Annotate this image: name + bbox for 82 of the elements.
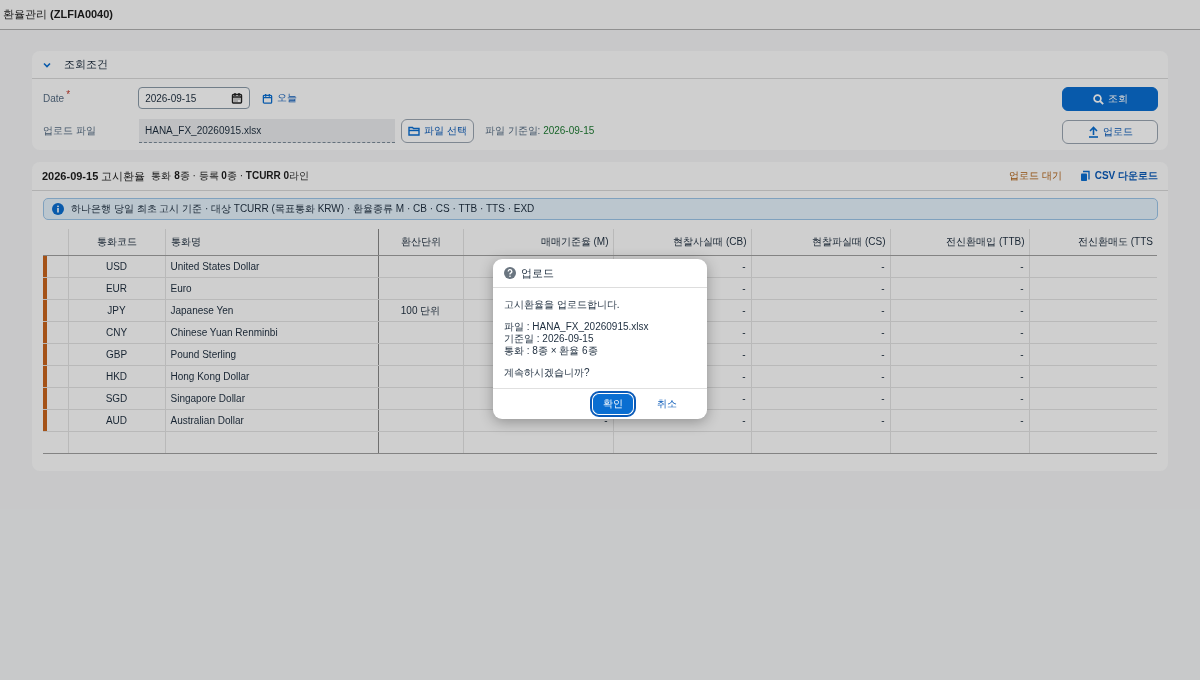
calendar-icon <box>262 92 274 104</box>
table-cell: United States Dollar <box>170 261 260 272</box>
table-cell: EUR <box>105 283 128 294</box>
table-cell: HKD <box>105 371 128 382</box>
dialog-text: 고시환율을 업로드합니다. <box>504 299 621 311</box>
table-cell: - <box>742 349 746 360</box>
table-cell: - <box>881 393 885 404</box>
column-header[interactable]: 통화명 <box>165 229 378 256</box>
table-cell: Japanese Yen <box>170 305 234 316</box>
help-icon <box>504 267 516 279</box>
folder-icon <box>408 126 420 136</box>
table-cell: - <box>604 415 608 426</box>
column-header[interactable]: 현찰파실때 (CS) <box>751 229 890 256</box>
table-cell: 100 단위 <box>400 304 441 316</box>
dialog-text: 계속하시겠습니까? <box>504 367 591 379</box>
table-cell: Pound Sterling <box>170 349 237 360</box>
table-cell: - <box>742 415 746 426</box>
table-cell: Singapore Dollar <box>170 393 245 404</box>
dialog-text: 통화 : 8종 × 환율 6종 <box>504 345 599 357</box>
column-header[interactable]: 전신환매도 (TTS <box>1029 229 1157 256</box>
upload-status: 업로드 대기 <box>1008 169 1062 183</box>
table-cell: - <box>1020 305 1024 316</box>
search-icon <box>1092 93 1104 105</box>
table-cell: - <box>1020 349 1024 360</box>
table-cell: - <box>881 327 885 338</box>
column-header[interactable]: 통화코드 <box>68 229 165 256</box>
table-cell: GBP <box>105 349 128 360</box>
table-cell: Australian Dollar <box>170 415 244 426</box>
table-cell: - <box>1020 327 1024 338</box>
dialog-text: 기준일 : 2026-09-15 <box>504 333 595 345</box>
info-text: 하나은행 당일 최초 고시 기준 · 대상 TCURR (목표통화 KRW) · 환율종류 M · CB · CS · TTB · TTS · EXD <box>71 202 535 216</box>
result-title: 2026-09-15 고시환율 <box>42 168 146 184</box>
calendar-icon[interactable] <box>231 92 244 104</box>
cancel-button[interactable]: 취소 <box>647 394 687 414</box>
field-label: Date <box>43 92 65 104</box>
today-link[interactable]: 오늘 <box>262 91 298 105</box>
table-cell: - <box>881 415 885 426</box>
column-header[interactable]: 전신환매입 (TTB) <box>890 229 1029 256</box>
table-cell: CNY <box>105 327 128 338</box>
table-cell: Euro <box>170 283 192 294</box>
table-cell: - <box>1020 283 1024 294</box>
table-cell: JPY <box>107 305 126 316</box>
table-cell: - <box>1020 261 1024 272</box>
file-select-button[interactable]: 파일 선택 <box>401 119 474 143</box>
column-header[interactable]: 현찰사실때 (CB) <box>613 229 751 256</box>
table-cell: Chinese Yuan Renminbi <box>170 327 278 338</box>
column-header[interactable]: 환산단위 <box>378 229 463 256</box>
info-icon <box>52 203 64 215</box>
table-cell: - <box>1020 371 1024 382</box>
upload-button[interactable]: 업로드 <box>1062 120 1158 144</box>
file-date-text: 파일 기준일: 2026-09-15 <box>484 124 595 138</box>
table-cell: - <box>742 283 746 294</box>
table-cell: - <box>742 371 746 382</box>
date-field[interactable]: 2026-09-15 <box>138 87 251 109</box>
table-cell: Hong Kong Dollar <box>170 371 250 382</box>
copy-icon <box>1079 170 1091 182</box>
table-cell: - <box>881 349 885 360</box>
dialog-title: 업로드 <box>521 265 554 281</box>
table-cell: AUD <box>105 415 128 426</box>
dialog-text: 파일 : HANA_FX_20260915.xlsx <box>504 321 650 333</box>
table-cell: - <box>742 327 746 338</box>
table-cell: - <box>881 305 885 316</box>
table-cell: USD <box>105 261 128 272</box>
column-header[interactable]: 매매기준율 (M) <box>463 229 613 256</box>
table-cell: - <box>881 371 885 382</box>
page-title: 환율관리 (ZLFIA0040) <box>3 7 114 22</box>
table-cell: - <box>1020 415 1024 426</box>
table-cell: SGD <box>105 393 128 404</box>
table-cell: - <box>742 305 746 316</box>
field-label: 업로드 파일 <box>43 124 97 138</box>
result-summary: 통화 8종 · 등록 0종 · TCURR 0라인 <box>151 169 310 183</box>
csv-download-link[interactable]: CSV 다운로드 <box>1079 169 1158 183</box>
table-cell: - <box>742 261 746 272</box>
search-button[interactable]: 조회 <box>1062 87 1158 111</box>
table-cell: - <box>1020 393 1024 404</box>
table-cell: - <box>742 393 746 404</box>
table-cell: - <box>881 261 885 272</box>
table-cell: - <box>881 283 885 294</box>
section-title: 조회조건 <box>64 57 108 72</box>
confirm-button[interactable]: 확인 <box>593 394 633 414</box>
upload-icon <box>1087 126 1099 138</box>
file-field[interactable]: HANA_FX_20260915.xlsx <box>139 119 395 143</box>
